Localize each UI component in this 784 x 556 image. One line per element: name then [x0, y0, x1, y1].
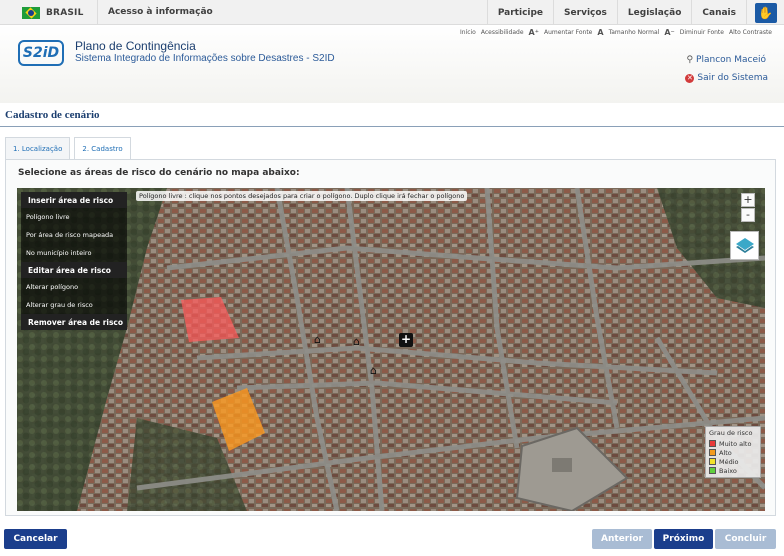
link-high-contrast[interactable]: Alto Contraste	[729, 29, 772, 36]
accessibility-hand-icon: ✋	[754, 2, 777, 23]
health-post-icon[interactable]: +	[399, 333, 413, 347]
app-title: Plano de Contingência	[75, 39, 196, 53]
menu-item-edit-polygon[interactable]: Alterar polígono	[21, 278, 127, 296]
tab-cadastro[interactable]: 2. Cadastro	[74, 137, 131, 159]
app-header: Início Acessibilidade A⁺ Aumentar Fonte …	[0, 25, 784, 103]
risk-tool-menu: Inserir área de risco Polígono livre Por…	[21, 192, 127, 330]
user-link[interactable]: ⚲ Plancon Maceió	[686, 55, 766, 65]
legend-row: Alto	[709, 448, 757, 457]
legend-label: Médio	[719, 457, 739, 466]
tab-localizacao[interactable]: 1. Localização	[5, 137, 71, 159]
user-name: Plancon Maceió	[696, 55, 766, 65]
access-info-link[interactable]: Acesso à informação	[108, 7, 213, 17]
heading-divider	[0, 126, 784, 127]
legend-label: Alto	[719, 448, 732, 457]
school-icon[interactable]: ⌂	[367, 365, 380, 376]
gov-links: Participe Serviços Legislação Canais ✋	[486, 0, 784, 25]
gov-link-servicos[interactable]: Serviços	[553, 0, 617, 25]
finish-button[interactable]: Concluir	[715, 529, 776, 549]
increase-font-icon: A⁺	[528, 28, 539, 37]
menu-item-whole-municipality[interactable]: No município inteiro	[21, 244, 127, 262]
school-icon[interactable]: ⌂	[350, 336, 363, 347]
menu-item-remove-risk-area[interactable]: Remover área de risco	[21, 314, 127, 330]
map-hint-tooltip: Polígono livre : clique nos pontos desej…	[136, 191, 468, 201]
link-acessibilidade[interactable]: Acessibilidade	[481, 29, 524, 36]
decrease-font-icon: A⁻	[664, 28, 675, 37]
layers-icon	[735, 237, 754, 253]
gov-brasil-link[interactable]: BRASIL	[0, 0, 98, 25]
app-subtitle: Sistema Integrado de Informações sobre D…	[75, 53, 335, 64]
legend-row: Muito alto	[709, 439, 757, 448]
legend-swatch	[709, 458, 716, 465]
legend-title: Grau de risco	[709, 429, 753, 437]
legend-swatch	[709, 440, 716, 447]
menu-header-insert: Inserir área de risco	[21, 192, 127, 208]
link-decrease-font[interactable]: Diminuir Fonte	[680, 29, 724, 36]
layers-button[interactable]	[730, 231, 759, 260]
normal-font-icon: A	[597, 28, 604, 37]
map-canvas[interactable]: Polígono livre : clique nos pontos desej…	[17, 188, 765, 511]
logout-label: Sair do Sistema	[697, 73, 768, 83]
gov-brasil-label: BRASIL	[46, 7, 84, 18]
menu-item-mapped-area[interactable]: Por área de risco mapeada	[21, 226, 127, 244]
link-increase-font[interactable]: Aumentar Fonte	[544, 29, 592, 36]
link-normal-font[interactable]: Tamanho Normal	[609, 29, 660, 36]
school-icon[interactable]: ⌂	[311, 334, 324, 345]
gov-link-legislacao[interactable]: Legislação	[616, 0, 691, 25]
risk-legend: Grau de risco Muito alto Alto Médio Baix…	[705, 426, 761, 478]
legend-label: Baixo	[719, 466, 737, 475]
previous-button[interactable]: Anterior	[592, 529, 652, 549]
menu-item-free-polygon[interactable]: Polígono livre	[21, 208, 127, 226]
accessibility-links: Início Acessibilidade A⁺ Aumentar Fonte …	[460, 28, 772, 37]
user-icon: ⚲	[686, 55, 694, 65]
cancel-button[interactable]: Cancelar	[4, 529, 67, 549]
menu-item-edit-risk-level[interactable]: Alterar grau de risco	[21, 296, 127, 314]
zoom-out-button[interactable]: -	[741, 208, 755, 222]
legend-row: Médio	[709, 457, 757, 466]
zoom-in-button[interactable]: +	[741, 193, 755, 207]
legend-row: Baixo	[709, 466, 757, 475]
legend-swatch	[709, 449, 716, 456]
close-circle-icon: ✕	[685, 73, 695, 83]
gov-bar: BRASIL Acesso à informação Participe Ser…	[0, 0, 784, 25]
legend-label: Muito alto	[719, 439, 752, 448]
menu-header-edit: Editar área de risco	[21, 262, 127, 278]
logout-link[interactable]: ✕ Sair do Sistema	[685, 73, 768, 83]
link-inicio[interactable]: Início	[460, 29, 476, 36]
gov-link-participe[interactable]: Participe	[486, 0, 553, 25]
wizard-tabs: 1. Localização 2. Cadastro	[5, 137, 131, 159]
app-root: BRASIL Acesso à informação Participe Ser…	[0, 0, 784, 556]
s2id-logo[interactable]: S2iD	[18, 40, 64, 66]
gov-link-canais[interactable]: Canais	[691, 0, 746, 25]
brazil-flag-icon	[22, 6, 40, 19]
page-title: Cadastro de cenário	[5, 109, 100, 121]
legend-swatch	[709, 467, 716, 474]
map-instruction: Selecione as áreas de risco do cenário n…	[18, 168, 300, 178]
accessibility-button[interactable]: ✋	[746, 0, 784, 25]
next-button[interactable]: Próximo	[654, 529, 713, 549]
satellite-map-image	[17, 188, 765, 511]
